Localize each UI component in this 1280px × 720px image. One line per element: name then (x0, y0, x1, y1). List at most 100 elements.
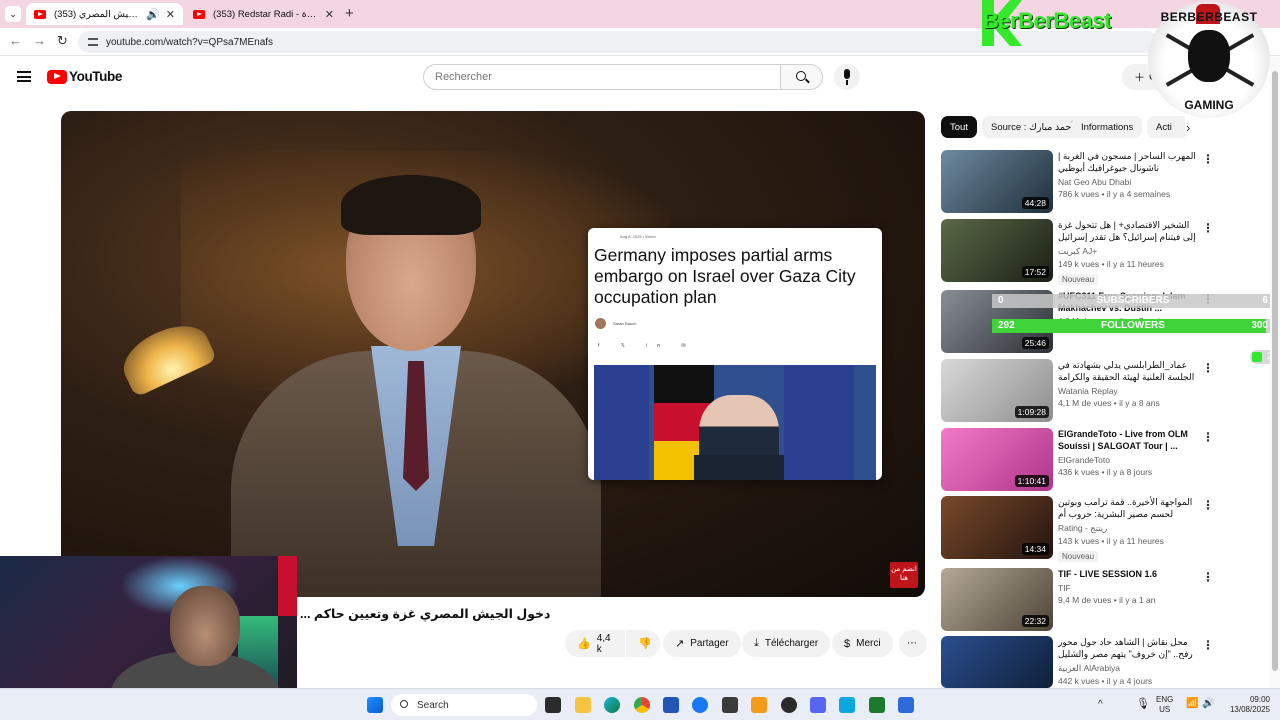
language-indicator[interactable]: ENG US (1156, 695, 1173, 715)
task-view-icon[interactable] (545, 697, 561, 713)
chevron-up-icon[interactable]: ^ (1098, 700, 1103, 710)
speaker-icon[interactable]: 🔊 (146, 8, 160, 21)
scrollbar-thumb[interactable] (1272, 71, 1278, 671)
logo-top-text: BERBERBEAST (1160, 10, 1258, 24)
windows-start-icon[interactable] (367, 697, 383, 713)
app-icon[interactable] (751, 697, 767, 713)
like-count: 4,4 k (596, 632, 611, 655)
wifi-icon[interactable]: 📶 (1186, 699, 1198, 709)
channel-name[interactable]: العربية AlArabiya (1058, 663, 1196, 674)
streamlabs-icon[interactable] (869, 697, 885, 713)
app-m-icon[interactable] (898, 697, 914, 713)
recommendation-title[interactable]: عماد_الطرابلسي يدلي بشهادته في الجلسة ال… (1058, 359, 1196, 383)
kebab-menu-icon[interactable]: ⋮ (1202, 430, 1214, 444)
recommendation-item[interactable]: 14:34 المواجهة الأخيرة.. قمة ترامب وبوتي… (941, 496, 1214, 562)
microphone-icon[interactable]: 🎙 (1136, 699, 1150, 710)
store-icon[interactable] (663, 697, 679, 713)
discord-icon[interactable] (810, 697, 826, 713)
kebab-menu-icon[interactable]: ⋮ (1202, 152, 1214, 166)
presenter (231, 175, 601, 597)
recommendation-item[interactable]: 17:52 الشخير الاقتصادي+ | هل تتحول غزة إ… (941, 219, 1214, 285)
tab-search-chevron-icon[interactable]: ⌄ (5, 6, 21, 22)
video-thumbnail[interactable] (941, 636, 1053, 688)
chip-all[interactable]: Tout (941, 116, 977, 138)
clock[interactable]: 09:00 13/08/2025 (1226, 695, 1270, 715)
reload-icon[interactable]: ↻ (57, 33, 68, 49)
chrome-icon[interactable] (634, 697, 650, 713)
more-actions-button[interactable]: ⋯ (899, 630, 927, 657)
kebab-menu-icon[interactable]: ⋮ (1202, 498, 1214, 512)
forward-arrow-icon[interactable]: → (33, 33, 46, 48)
channel-name[interactable]: كبريت AJ+ (1058, 246, 1196, 257)
channel-watermark-badge[interactable]: انضم من هنا (890, 562, 918, 588)
like-button[interactable]: 👍 4,4 k (565, 630, 625, 657)
recommendation-title[interactable]: الشخير الاقتصادي+ | هل تتحول غزة إلى فيت… (1058, 219, 1196, 243)
page-scrollbar[interactable] (1270, 57, 1280, 689)
video-player[interactable]: Aug 8, 2025 • World Germany imposes part… (61, 111, 925, 597)
kebab-menu-icon[interactable]: ⋮ (1202, 638, 1214, 652)
recommendation-title[interactable]: TIF - LIVE SESSION 1.6 (1058, 568, 1196, 580)
tab-title: (353) Redstar Radi - الشفقرة - YouTube (213, 8, 319, 20)
search-button[interactable] (781, 64, 823, 90)
browser-tab-active[interactable]: (353) دخول الجيش المصري ... 🔊 ✕ (26, 3, 183, 25)
dislike-button[interactable]: 👎 (626, 630, 660, 657)
download-button[interactable]: ⤓ Télécharger (742, 630, 831, 657)
kebab-menu-icon[interactable]: ⋮ (1202, 361, 1214, 375)
channel-name[interactable]: ElGrandeToto (1058, 455, 1196, 465)
tunisia-flag (278, 556, 297, 616)
recommendation-item[interactable]: محل نقاش | الشاهد حاد حول محور رفح.. "إن… (941, 636, 1214, 688)
channel-name[interactable]: TIF (1058, 583, 1196, 593)
steam-icon[interactable] (722, 697, 738, 713)
kebab-menu-icon[interactable]: ⋮ (1202, 570, 1214, 584)
chip-source[interactable]: Source : أحمد مبارك (982, 116, 1083, 138)
youtube-logo[interactable]: YouTube (47, 69, 122, 84)
recommendation-item[interactable]: 22:32 TIF - LIVE SESSION 1.6 TIF 9,4 M d… (941, 568, 1214, 632)
more-dots-icon: ⋯ (907, 638, 917, 649)
chip-information[interactable]: Informations (1072, 116, 1143, 138)
logo-bottom-text: GAMING (1184, 98, 1234, 112)
recommendation-title[interactable]: ElGrandeToto - Live from OLM Souissi | S… (1058, 428, 1196, 452)
back-arrow-icon[interactable]: ← (9, 33, 22, 48)
tab-title: (353) دخول الجيش المصري ... (54, 8, 141, 20)
recommendation-item[interactable]: 44:28 المهرب الساحر | مسجون في الغربة | … (941, 150, 1214, 214)
recommendation-title[interactable]: المواجهة الأخيرة.. قمة ترامب وبوتين لحسم… (1058, 496, 1196, 520)
video-thumbnail[interactable]: 17:52 (941, 219, 1053, 282)
language-code: ENG (1156, 695, 1174, 704)
voice-search-mic-icon[interactable] (834, 64, 860, 90)
volume-icon[interactable]: 🔊 (1202, 699, 1214, 709)
channel-name[interactable]: Watania Replay (1058, 386, 1196, 396)
chevron-right-icon[interactable]: › (1186, 120, 1190, 135)
close-tab-icon[interactable]: ✕ (166, 8, 175, 21)
search-input[interactable] (423, 64, 781, 90)
address-bar[interactable]: youtube.com/watch?v=QPsa7MEnafs (78, 31, 1158, 53)
recommendation-title[interactable]: المهرب الساحر | مسجون في الغربة | ناشونا… (1058, 150, 1196, 174)
browser-tab[interactable]: (353) Redstar Radi - الشفقرة - YouTube ✕ (185, 3, 342, 25)
recommendation-item[interactable]: 1:09:28 عماد_الطرابلسي يدلي بشهادته في ا… (941, 359, 1214, 423)
taskbar-search[interactable]: Search (391, 694, 537, 716)
site-info-icon[interactable] (88, 38, 98, 46)
menu-hamburger-icon[interactable] (17, 71, 31, 82)
channel-name[interactable]: Nat Geo Abu Dhabi (1058, 177, 1196, 187)
video-thumbnail[interactable]: 1:10:41 (941, 428, 1053, 491)
recommendation-title[interactable]: محل نقاش | الشاهد حاد حول محور رفح.. "إن… (1058, 636, 1196, 660)
video-thumbnail[interactable]: 44:28 (941, 150, 1053, 213)
new-tab-icon[interactable]: + (345, 5, 354, 22)
facebook-icon[interactable] (692, 697, 708, 713)
video-thumbnail[interactable]: 22:32 (941, 568, 1053, 631)
kebab-menu-icon[interactable]: ⋮ (1202, 221, 1214, 235)
super-thanks-icon: $ (844, 637, 851, 650)
chip-activity[interactable]: Acti (1147, 116, 1185, 138)
share-button[interactable]: ↗ Partager (663, 630, 741, 657)
file-explorer-icon[interactable] (575, 697, 591, 713)
edge-browser-icon[interactable] (604, 697, 620, 713)
obs-icon[interactable] (781, 697, 797, 713)
monitor-app-icon[interactable] (839, 697, 855, 713)
video-thumbnail[interactable]: 14:34 (941, 496, 1053, 559)
close-tab-icon[interactable]: ✕ (325, 8, 334, 21)
channel-name[interactable]: Rating - ريتنج (1058, 523, 1196, 534)
video-thumbnail[interactable]: 1:09:28 (941, 359, 1053, 422)
youtube-favicon-icon (193, 9, 205, 19)
recommendation-meta: المواجهة الأخيرة.. قمة ترامب وبوتين لحسم… (1058, 496, 1196, 564)
recommendation-item[interactable]: 1:10:41 ElGrandeToto - Live from OLM Sou… (941, 428, 1214, 492)
thanks-button[interactable]: $ Merci (832, 630, 893, 657)
